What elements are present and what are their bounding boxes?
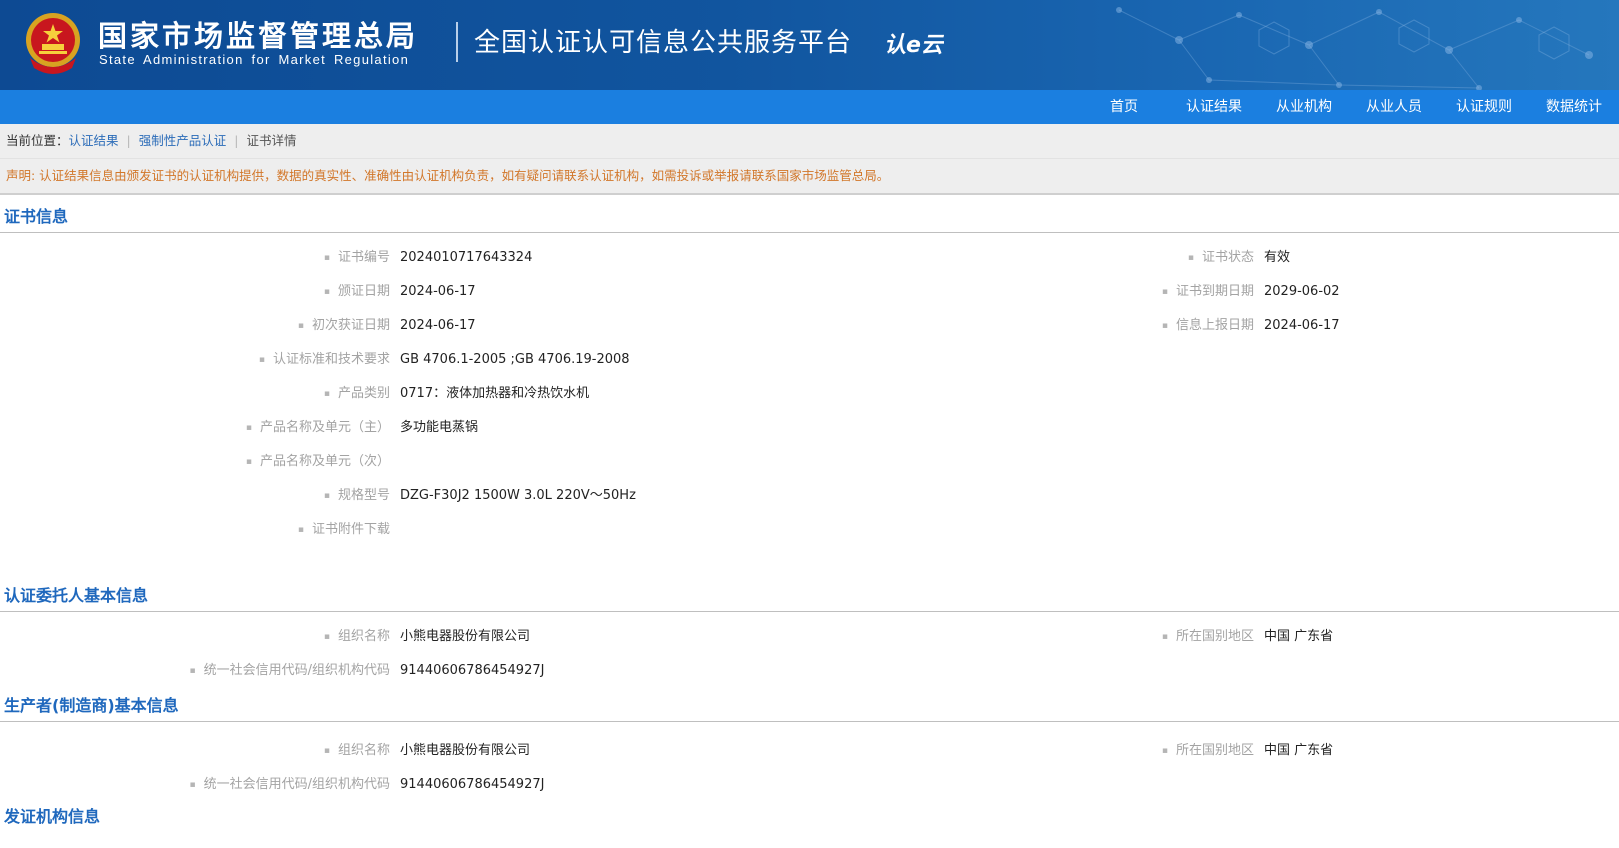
certificate-info: 证书编号 2024010717643324 证书状态 有效 颁证日期 2024-… [0, 233, 1619, 547]
breadcrumb-separator: | [234, 133, 239, 148]
client-region-value: 中国 广东省 [1264, 629, 1334, 644]
client-row: 统一社会信用代码/组织机构代码 91440606786454927J [0, 654, 1619, 688]
expiry-date-value: 2029-06-02 [1264, 284, 1340, 299]
field-label: 颁证日期 [324, 275, 390, 310]
product-category-value: 0717：液体加热器和冷热饮水机 [400, 386, 590, 401]
report-date-value: 2024-06-17 [1264, 318, 1340, 333]
svg-text:认e云: 认e云 [884, 33, 944, 58]
breadcrumb-current: 证书详情 [246, 133, 297, 148]
field-label: 产品名称及单元（次） [246, 445, 390, 480]
field-label: 组织名称 [324, 734, 390, 769]
field-label: 所在国别地区 [1162, 620, 1254, 655]
breadcrumb-ccc[interactable]: 强制性产品认证 [139, 133, 227, 148]
first-cert-date-value: 2024-06-17 [400, 318, 476, 333]
manufacturer-row: 组织名称 小熊电器股份有限公司 所在国别地区 中国 广东省 [0, 734, 1619, 768]
main-nav: 首页 认证结果 从业机构 从业人员 认证规则 数据统计 [0, 90, 1619, 124]
field-label: 初次获证日期 [298, 309, 390, 344]
model-spec-value: DZG-F30J2 1500W 3.0L 220V～50Hz [400, 488, 636, 503]
field-label: 证书编号 [324, 241, 390, 276]
cert-status-value: 有效 [1264, 250, 1291, 265]
client-info: 组织名称 小熊电器股份有限公司 所在国别地区 中国 广东省 统一社会信用代码/组… [0, 612, 1619, 688]
manufacturer-code-value: 91440606786454927J [400, 777, 545, 792]
org-name-en: State Administration for Market Regulati… [99, 52, 410, 67]
field-label: 产品名称及单元（主） [246, 411, 390, 446]
standards-value: GB 4706.1-2005 ;GB 4706.19-2008 [400, 352, 630, 367]
nav-cert-results[interactable]: 认证结果 [1169, 90, 1259, 124]
renyun-logo: 认e云 [884, 33, 944, 58]
banner-divider [456, 22, 458, 62]
client-section-title: 认证委托人基本信息 [0, 574, 1619, 612]
platform-title: 全国认证认可信息公共服务平台 [474, 28, 853, 58]
field-label: 所在国别地区 [1162, 734, 1254, 769]
manufacturer-region-value: 中国 广东省 [1264, 743, 1334, 758]
breadcrumb: 当前位置：认证结果 | 强制性产品认证 | 证书详情 [0, 124, 1619, 159]
network-pattern-decoration [1116, 7, 1593, 90]
client-org-value: 小熊电器股份有限公司 [400, 629, 531, 644]
field-label: 信息上报日期 [1162, 309, 1254, 344]
cert-row: 颁证日期 2024-06-17 证书到期日期 2029-06-02 [0, 275, 1619, 309]
national-emblem-logo [26, 13, 80, 74]
cert-row: 证书编号 2024010717643324 证书状态 有效 [0, 241, 1619, 275]
disclaimer-notice: 声明: 认证结果信息由颁发证书的认证机构提供，数据的真实性、准确性由认证机构负责… [0, 159, 1619, 195]
cert-row: 认证标准和技术要求 GB 4706.1-2005 ;GB 4706.19-200… [0, 343, 1619, 377]
cert-row: 产品名称及单元（主） 多功能电蒸锅 [0, 411, 1619, 445]
cert-row: 证书附件下载 [0, 513, 1619, 547]
nav-statistics[interactable]: 数据统计 [1529, 90, 1619, 124]
field-label: 统一社会信用代码/组织机构代码 [190, 654, 390, 689]
cert-row: 产品类别 0717：液体加热器和冷热饮水机 [0, 377, 1619, 411]
nav-cert-rules[interactable]: 认证规则 [1439, 90, 1529, 124]
nav-personnel[interactable]: 从业人员 [1349, 90, 1439, 124]
org-name-cn: 国家市场监督管理总局 [98, 19, 419, 53]
cert-number-value: 2024010717643324 [400, 250, 533, 265]
site-banner: 国家市场监督管理总局 State Administration for Mark… [0, 0, 1619, 90]
field-label: 产品类别 [324, 377, 390, 412]
manufacturer-org-value: 小熊电器股份有限公司 [400, 743, 531, 758]
breadcrumb-cert-results[interactable]: 认证结果 [69, 133, 119, 148]
field-label: 统一社会信用代码/组织机构代码 [190, 768, 390, 803]
certificate-section-title: 证书信息 [0, 195, 1619, 233]
breadcrumb-prefix: 当前位置： [6, 133, 69, 148]
client-row: 组织名称 小熊电器股份有限公司 所在国别地区 中国 广东省 [0, 620, 1619, 654]
manufacturer-section-title: 生产者(制造商)基本信息 [0, 688, 1619, 722]
issue-date-value: 2024-06-17 [400, 284, 476, 299]
field-label: 规格型号 [324, 479, 390, 514]
breadcrumb-separator: | [126, 133, 131, 148]
manufacturer-info: 组织名称 小熊电器股份有限公司 所在国别地区 中国 广东省 统一社会信用代码/组… [0, 722, 1619, 802]
cert-row: 初次获证日期 2024-06-17 信息上报日期 2024-06-17 [0, 309, 1619, 343]
nav-home[interactable]: 首页 [1079, 90, 1169, 124]
field-label: 认证标准和技术要求 [259, 343, 390, 378]
manufacturer-row: 统一社会信用代码/组织机构代码 91440606786454927J [0, 768, 1619, 802]
field-label: 证书到期日期 [1162, 275, 1254, 310]
client-code-value: 91440606786454927J [400, 663, 545, 678]
product-name-main-value: 多功能电蒸锅 [400, 420, 479, 435]
nav-institutions[interactable]: 从业机构 [1259, 90, 1349, 124]
cert-row: 规格型号 DZG-F30J2 1500W 3.0L 220V～50Hz [0, 479, 1619, 513]
field-label: 证书附件下载 [298, 513, 390, 548]
field-label: 证书状态 [1188, 241, 1254, 276]
cert-row: 产品名称及单元（次） [0, 445, 1619, 479]
field-label: 组织名称 [324, 620, 390, 655]
issuer-section-title: 发证机构信息 [4, 807, 101, 826]
